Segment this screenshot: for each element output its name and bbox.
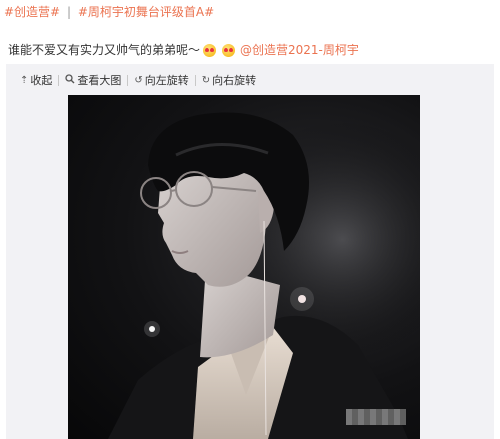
toolbar-divider — [58, 74, 60, 86]
rotate-right-label: 向右旋转 — [212, 74, 257, 87]
magnify-icon — [65, 73, 75, 87]
collapse-up-icon: ⇡ — [20, 74, 29, 86]
heart-eyes-emoji-icon — [203, 43, 217, 57]
view-large-button[interactable]: 查看大图 — [65, 72, 121, 88]
rotate-left-button[interactable]: ↺ 向左旋转 — [134, 72, 188, 88]
post-text: 谁能不爱又有实力又帅气的弟弟呢～ @创造营2021-周柯宇 — [8, 42, 359, 58]
rotate-left-icon: ↺ — [134, 74, 143, 86]
user-mention-link[interactable]: @创造营2021-周柯宇 — [240, 42, 359, 58]
media-viewer: ⇡ 收起 查看大图 ↺ 向左旋转 ↻ 向右旋转 — [6, 64, 494, 439]
toolbar-divider — [127, 74, 129, 86]
topic-link-zhoukeyu[interactable]: #周柯宇初舞台评级首A# — [78, 5, 214, 19]
rotate-right-button[interactable]: ↻ 向右旋转 — [202, 72, 256, 88]
mosaic-watermark — [346, 409, 406, 425]
topic-separator: | — [66, 5, 71, 19]
portrait-illustration — [68, 95, 420, 439]
collapse-label: 收起 — [30, 74, 53, 87]
rotate-left-label: 向左旋转 — [144, 74, 189, 87]
toolbar-divider — [194, 74, 196, 86]
post-photo[interactable] — [68, 95, 420, 439]
post-body: 谁能不爱又有实力又帅气的弟弟呢～ — [8, 43, 201, 57]
topic-line: #创造营# | #周柯宇初舞台评级首A# — [4, 4, 214, 20]
rotate-right-icon: ↻ — [201, 74, 211, 86]
media-toolbar: ⇡ 收起 查看大图 ↺ 向左旋转 ↻ 向右旋转 — [20, 72, 256, 88]
topic-link-chuangzaoying[interactable]: #创造营# — [4, 5, 60, 19]
collapse-button[interactable]: ⇡ 收起 — [20, 72, 52, 88]
view-large-label: 查看大图 — [77, 74, 122, 87]
heart-eyes-emoji-icon — [222, 43, 236, 57]
